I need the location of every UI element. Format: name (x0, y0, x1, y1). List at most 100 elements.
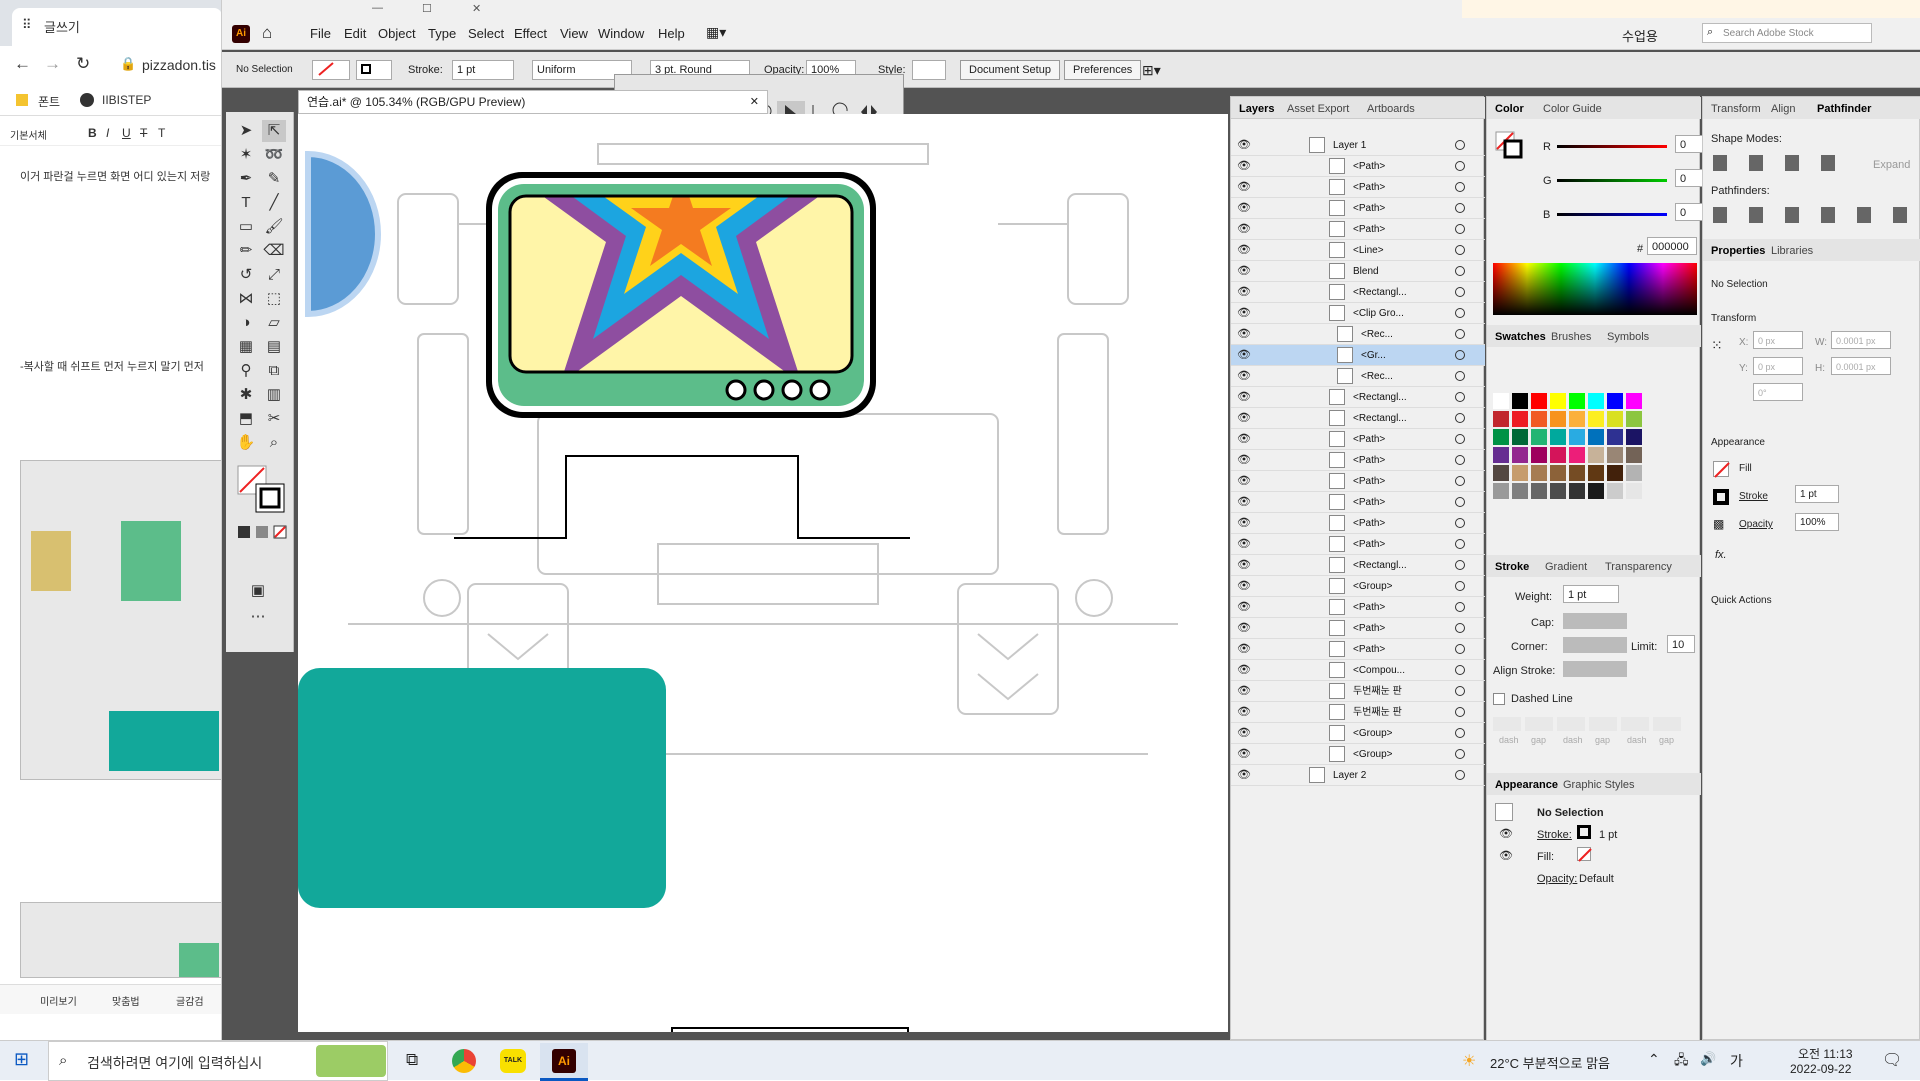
stroke-weight-field[interactable]: 1 pt (452, 60, 514, 80)
angle-field[interactable]: 0° (1753, 383, 1803, 401)
pathfinder-buttons[interactable] (1713, 207, 1909, 223)
layer-row[interactable]: 👁 <Path> (1231, 471, 1485, 492)
layer-row[interactable]: 👁 <Rec... (1231, 366, 1485, 387)
color-swatch[interactable] (1550, 483, 1566, 499)
target-circle-icon[interactable] (1455, 770, 1465, 780)
visibility-eye-icon[interactable]: 👁 (1237, 222, 1251, 236)
limit-field[interactable]: 10 (1667, 635, 1695, 653)
notification-icon[interactable]: 🗨 (1882, 1050, 1902, 1070)
prop-stroke-label[interactable]: Stroke (1739, 491, 1768, 502)
layer-row[interactable]: 👁 Layer 2 (1231, 765, 1485, 786)
target-circle-icon[interactable] (1455, 140, 1465, 150)
target-circle-icon[interactable] (1455, 371, 1465, 381)
visibility-eye-icon[interactable]: 👁 (1237, 243, 1251, 257)
r-slider[interactable] (1557, 145, 1667, 148)
color-swatch[interactable] (1493, 429, 1509, 445)
preferences-button[interactable]: Preferences (1064, 60, 1142, 80)
lasso-icon[interactable]: ➿ (262, 144, 286, 166)
visibility-eye-icon[interactable]: 👁 (1237, 264, 1251, 278)
post-text-2[interactable]: -복사할 때 쉬프트 먼저 누르지 말기 먼저 (20, 358, 204, 374)
target-circle-icon[interactable] (1455, 329, 1465, 339)
color-spectrum[interactable] (1493, 263, 1697, 315)
layer-row[interactable]: 👁 <Path> (1231, 513, 1485, 534)
slice-icon[interactable]: ✂ (262, 408, 286, 430)
tab-properties[interactable]: Properties (1711, 245, 1765, 257)
dash-field[interactable] (1493, 717, 1521, 731)
target-circle-icon[interactable] (1455, 161, 1465, 171)
visibility-eye-icon[interactable]: 👁 (1237, 180, 1251, 194)
layer-row[interactable]: 👁 <Rectangl... (1231, 387, 1485, 408)
visibility-eye-icon[interactable]: 👁 (1237, 138, 1251, 152)
bold-icon[interactable]: B (88, 126, 97, 140)
color-swatch[interactable] (1588, 447, 1604, 463)
dash-field[interactable] (1621, 717, 1649, 731)
arrange-icon[interactable]: ⊞▾ (1142, 62, 1161, 79)
curvature-icon[interactable]: ✎ (262, 168, 286, 190)
target-circle-icon[interactable] (1455, 728, 1465, 738)
corner-buttons[interactable] (1563, 637, 1627, 653)
layer-row[interactable]: 👁 <Path> (1231, 492, 1485, 513)
color-swatch[interactable] (1569, 411, 1585, 427)
color-swatch[interactable] (1531, 447, 1547, 463)
layer-row[interactable]: 👁 <Line> (1231, 240, 1485, 261)
color-swatch[interactable] (1493, 447, 1509, 463)
target-circle-icon[interactable] (1455, 203, 1465, 213)
target-circle-icon[interactable] (1455, 707, 1465, 717)
target-circle-icon[interactable] (1455, 434, 1465, 444)
dash-field[interactable] (1589, 717, 1617, 731)
target-circle-icon[interactable] (1455, 686, 1465, 696)
rectangle-icon[interactable]: ▭ (234, 216, 258, 238)
target-circle-icon[interactable] (1455, 602, 1465, 612)
color-swatch[interactable] (1588, 393, 1604, 409)
layer-row[interactable]: 👁 <Path> (1231, 429, 1485, 450)
visibility-eye-icon[interactable]: 👁 (1237, 369, 1251, 383)
visibility-eye-icon[interactable]: 👁 (1237, 642, 1251, 656)
visibility-eye-icon[interactable]: 👁 (1237, 768, 1251, 782)
color-swatch[interactable] (1588, 429, 1604, 445)
font-select[interactable]: 기본서체 (10, 127, 47, 142)
target-circle-icon[interactable] (1455, 581, 1465, 591)
target-circle-icon[interactable] (1455, 518, 1465, 528)
layer-row[interactable]: 👁 두번째눈 판 (1231, 681, 1485, 702)
target-circle-icon[interactable] (1455, 287, 1465, 297)
target-circle-icon[interactable] (1455, 350, 1465, 360)
color-swatch[interactable] (1626, 483, 1642, 499)
cap-buttons[interactable] (1563, 613, 1627, 629)
target-circle-icon[interactable] (1455, 560, 1465, 570)
color-swatch[interactable] (1569, 393, 1585, 409)
tab-symbols[interactable]: Symbols (1607, 331, 1649, 343)
dash-field[interactable] (1653, 717, 1681, 731)
illustrator-taskbar-button[interactable]: Ai (540, 1043, 588, 1081)
task-view-icon[interactable]: ⧉ (406, 1050, 418, 1070)
line-tool-icon[interactable]: ╱ (262, 192, 286, 214)
symbol-sprayer-icon[interactable]: ✱ (234, 384, 258, 406)
prop-stroke-field[interactable]: 1 pt (1795, 485, 1839, 503)
visibility-eye-icon[interactable]: 👁 (1237, 663, 1251, 677)
artboard-icon[interactable]: ⬒ (234, 408, 258, 430)
color-swatch[interactable] (1550, 411, 1566, 427)
color-swatch[interactable] (1550, 447, 1566, 463)
color-swatch[interactable] (1607, 429, 1623, 445)
graph-icon[interactable]: ▥ (262, 384, 286, 406)
tab-pathfinder[interactable]: Pathfinder (1817, 103, 1871, 115)
color-swatch[interactable] (1626, 465, 1642, 481)
color-swatch[interactable] (1493, 411, 1509, 427)
layer-row[interactable]: 👁 <Group> (1231, 723, 1485, 744)
visibility-eye-icon[interactable]: 👁 (1237, 558, 1251, 572)
target-circle-icon[interactable] (1455, 644, 1465, 654)
b-slider[interactable] (1557, 213, 1667, 216)
screenshot-thumbnail-2[interactable] (20, 902, 221, 978)
color-fill-stroke-icon[interactable] (1495, 131, 1523, 159)
windows-start-icon[interactable]: ⊞ (14, 1049, 29, 1070)
visibility-eye-icon[interactable]: 👁 (1237, 705, 1251, 719)
close-icon[interactable]: ✕ (472, 2, 481, 15)
eye-icon-2[interactable]: 👁 (1499, 849, 1513, 862)
tab-color-guide[interactable]: Color Guide (1543, 103, 1602, 115)
color-swatch[interactable] (1512, 393, 1528, 409)
reload-icon[interactable]: ↻ (76, 54, 90, 74)
color-swatch[interactable] (1512, 411, 1528, 427)
layer-row[interactable]: 👁 <Path> (1231, 534, 1485, 555)
layer-row[interactable]: 👁 <Path> (1231, 219, 1485, 240)
document-tab[interactable]: 연습.ai* @ 105.34% (RGB/GPU Preview) ✕ (298, 90, 768, 114)
tab-gradient[interactable]: Gradient (1545, 561, 1587, 573)
